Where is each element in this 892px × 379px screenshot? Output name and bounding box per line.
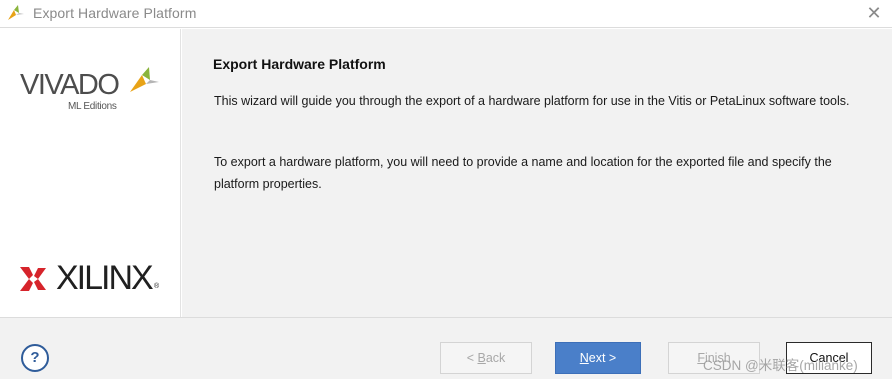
back-button-prefix: < [466,351,478,365]
next-button-mnemonic: N [579,351,589,365]
help-icon[interactable]: ? [21,344,49,372]
intro-paragraph: This wizard will guide you through the e… [214,94,850,108]
vivado-leaf-icon [130,67,159,92]
finish-button-mnemonic: F [697,351,705,365]
wizard-content: Export Hardware Platform This wizard wil… [182,29,892,317]
page-title: Export Hardware Platform [213,56,386,72]
next-button-label: ext > [588,351,617,365]
xilinx-trademark: ® [154,283,160,290]
vivado-logo: VIVADO ML Editions [20,67,170,113]
window-title: Export Hardware Platform [33,5,197,21]
wizard-sidebar: VIVADO ML Editions XILINX ® [0,29,181,317]
cancel-button[interactable]: Cancel [786,342,872,374]
wizard-footer: ? < Back Next > Finish Cancel CSDN @米联客(… [0,317,892,379]
instruction-paragraph: To export a hardware platform, you will … [214,155,832,191]
finish-button[interactable]: Finish [668,342,760,374]
vivado-edition-label: ML Editions [68,101,117,112]
title-bar: Export Hardware Platform ✕ [0,0,892,28]
xilinx-logo-text: XILINX [56,259,154,297]
back-button-label: ack [485,351,506,365]
finish-button-label: inish [704,351,731,365]
xilinx-logo: XILINX ® [20,259,170,299]
xilinx-mark-icon [20,267,46,291]
back-button-mnemonic: B [477,351,486,365]
vivado-leaf-icon [8,5,24,20]
back-button[interactable]: < Back [440,342,532,374]
vivado-logo-text: VIVADO [20,69,120,101]
close-icon[interactable]: ✕ [864,3,884,23]
next-button[interactable]: Next > [555,342,641,374]
